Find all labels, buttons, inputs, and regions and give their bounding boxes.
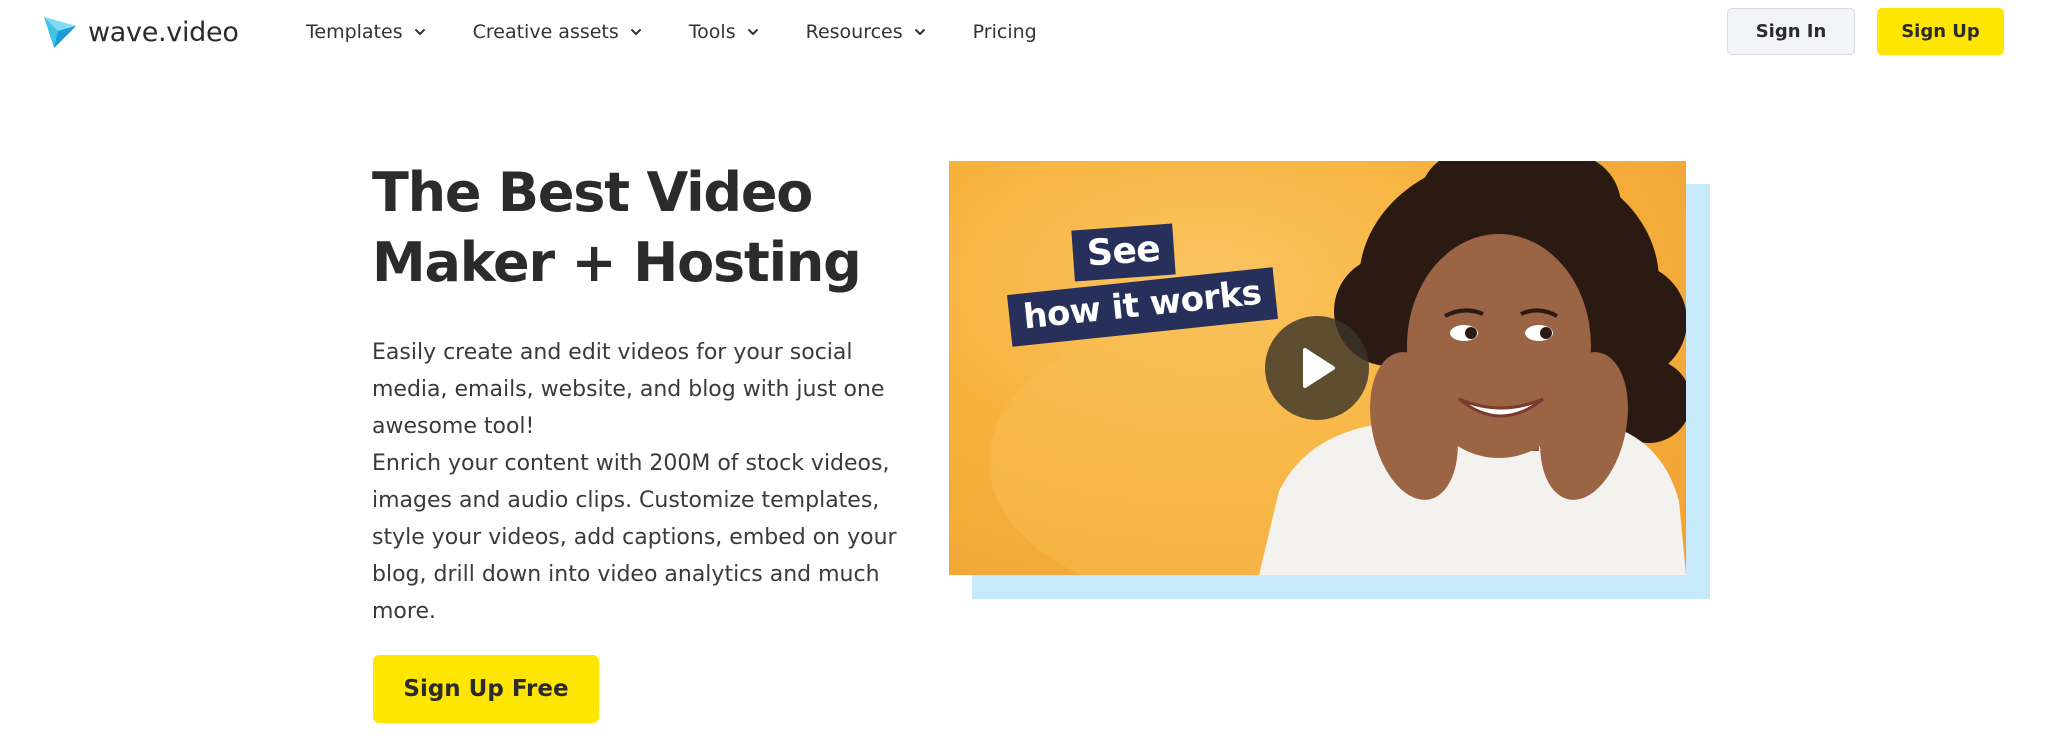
promo-video-thumbnail[interactable]: See how it works [949, 161, 1686, 575]
chevron-down-icon [630, 29, 641, 35]
nav-item-label: Tools [688, 21, 736, 43]
chevron-down-icon [414, 29, 425, 35]
hero-description: Easily create and edit videos for your s… [372, 334, 902, 630]
chevron-down-icon [914, 29, 925, 35]
sign-in-button[interactable]: Sign In [1727, 8, 1855, 55]
sign-up-free-button[interactable]: Sign Up Free [373, 655, 599, 723]
site-header: wave.video Templates Creative assets Too… [0, 0, 2048, 66]
nav-item-label: Resources [805, 21, 903, 43]
play-icon [1303, 348, 1335, 388]
chevron-down-icon [747, 29, 758, 35]
nav-item-templates[interactable]: Templates [306, 18, 427, 46]
hero-title: The Best Video Maker + Hosting [372, 158, 912, 298]
hero-paragraph-2: Enrich your content with 200M of stock v… [372, 451, 897, 624]
main-nav: Templates Creative assets Tools Resource… [306, 18, 1083, 46]
nav-item-resources[interactable]: Resources [806, 18, 927, 46]
hero-paragraph-1: Easily create and edit videos for your s… [372, 340, 885, 439]
nav-item-label: Creative assets [472, 21, 619, 43]
hero-title-line1: The Best Video [372, 161, 813, 224]
nav-item-creative-assets[interactable]: Creative assets [473, 18, 643, 46]
brand-name: wave.video [88, 16, 239, 48]
nav-item-tools[interactable]: Tools [689, 18, 760, 46]
nav-item-label: Pricing [972, 21, 1037, 43]
nav-item-label: Templates [306, 21, 403, 43]
video-tag-see: See [1071, 223, 1176, 282]
logo-link[interactable]: wave.video [42, 13, 239, 51]
play-button[interactable] [1265, 316, 1369, 420]
nav-item-pricing[interactable]: Pricing [973, 18, 1037, 46]
wave-logo-icon [44, 17, 76, 48]
hero-title-line2: Maker + Hosting [372, 231, 862, 294]
sign-up-button[interactable]: Sign Up [1877, 8, 2004, 55]
